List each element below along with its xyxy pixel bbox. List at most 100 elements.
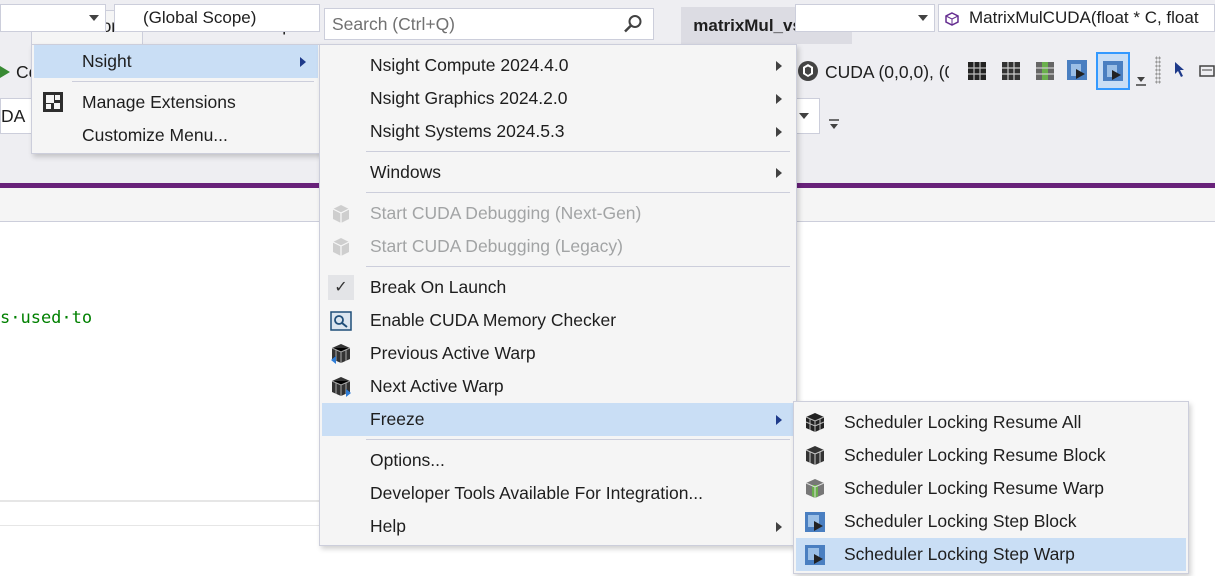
resume-block-toolbar-icon[interactable] (1000, 60, 1022, 82)
extensions-icon (43, 92, 63, 112)
step-block-toolbar-icon[interactable] (1066, 59, 1088, 81)
search-icon (624, 15, 642, 33)
menu-item-step-warp[interactable]: Scheduler Locking Step Warp (796, 538, 1186, 571)
method-cube-icon (945, 12, 959, 26)
menu-item-nsight-systems[interactable]: Nsight Systems 2024.5.3 (322, 115, 794, 148)
project-scope-combo[interactable] (0, 4, 106, 32)
submenu-arrow-icon (776, 94, 782, 104)
menu-separator (366, 266, 790, 267)
menu-item-label: Help (370, 516, 406, 536)
menu-item-freeze[interactable]: Freeze (322, 403, 794, 436)
menu-item-windows[interactable]: Windows (322, 156, 794, 189)
menu-item-label: Start CUDA Debugging (Next-Gen) (370, 203, 642, 223)
submenu-arrow-icon (776, 522, 782, 532)
resume-block-icon (805, 446, 825, 465)
menu-item-label: Scheduler Locking Resume Warp (844, 478, 1105, 498)
menu-item-label: Developer Tools Available For Integratio… (370, 483, 704, 503)
resume-warp-icon (805, 479, 825, 498)
menu-item-start-cuda-next-gen[interactable]: Start CUDA Debugging (Next-Gen) (322, 197, 794, 230)
cuda-cube-icon (332, 238, 350, 256)
menu-item-manage-extensions[interactable]: Manage Extensions (34, 86, 318, 119)
menu-item-nsight[interactable]: Nsight (34, 45, 318, 78)
menu-item-label: Nsight (82, 51, 132, 71)
toolbar-dropdown-icon[interactable] (1136, 75, 1146, 87)
extensions-dropdown: Nsight Manage Extensions Customize Menu.… (31, 44, 321, 154)
menu-item-next-warp[interactable]: Next Active Warp (322, 370, 794, 403)
menu-item-label: Scheduler Locking Resume All (844, 412, 1082, 432)
menu-item-help[interactable]: Help (322, 510, 794, 543)
menu-separator (366, 151, 790, 152)
menu-item-label: Freeze (370, 409, 425, 429)
chevron-down-icon (799, 113, 809, 119)
function-signature: MatrixMulCUDA(float * C, float (969, 8, 1199, 27)
checkmark-icon: ✓ (328, 275, 354, 300)
menu-item-memory-checker[interactable]: Enable CUDA Memory Checker (322, 304, 794, 337)
menu-item-label: Break On Launch (370, 277, 507, 297)
solution-config-combo[interactable]: DA (0, 98, 34, 134)
menu-item-label: Nsight Graphics 2024.2.0 (370, 88, 568, 108)
search-input[interactable]: Search (Ctrl+Q) (324, 8, 654, 40)
menu-item-label: Scheduler Locking Resume Block (844, 445, 1106, 465)
list-outline-icon[interactable] (1196, 60, 1215, 82)
menu-item-nsight-compute[interactable]: Nsight Compute 2024.4.0 (322, 49, 794, 82)
menu-item-label: Scheduler Locking Step Warp (844, 544, 1075, 564)
menu-item-step-block[interactable]: Scheduler Locking Step Block (796, 505, 1186, 538)
memory-checker-icon (330, 311, 352, 331)
step-warp-toolbar-button[interactable] (1096, 52, 1130, 90)
cuda-target-icon (798, 61, 818, 81)
menu-item-label: Windows (370, 162, 441, 182)
menu-item-customize-menu[interactable]: Customize Menu... (34, 119, 318, 152)
menu-separator (72, 81, 314, 82)
menu-item-previous-warp[interactable]: Previous Active Warp (322, 337, 794, 370)
previous-warp-icon (331, 344, 351, 364)
toolbar-grip[interactable] (1155, 56, 1161, 84)
resume-all-toolbar-icon[interactable] (966, 60, 988, 82)
cuda-focus-label[interactable]: CUDA (0,0,0), (0 (825, 62, 949, 83)
next-warp-icon (331, 377, 351, 397)
search-placeholder: Search (Ctrl+Q) (332, 14, 456, 34)
solution-config-value: DA (1, 106, 26, 126)
menu-item-options[interactable]: Options... (322, 444, 794, 477)
menu-separator (366, 192, 790, 193)
menu-item-label: Options... (370, 450, 445, 470)
menu-item-label: Start CUDA Debugging (Legacy) (370, 236, 623, 256)
submenu-arrow-icon (776, 61, 782, 71)
global-scope-combo[interactable]: (Global Scope) (114, 4, 320, 32)
function-combo[interactable]: MatrixMulCUDA(float * C, float (938, 4, 1215, 32)
menu-separator (366, 439, 790, 440)
menu-item-resume-block[interactable]: Scheduler Locking Resume Block (796, 439, 1186, 472)
step-block-icon (805, 512, 825, 532)
menu-item-label: Customize Menu... (82, 125, 228, 145)
resume-warp-toolbar-icon[interactable] (1034, 60, 1056, 82)
submenu-arrow-icon (776, 168, 782, 178)
menu-item-label: Scheduler Locking Step Block (844, 511, 1077, 531)
menu-item-start-cuda-legacy[interactable]: Start CUDA Debugging (Legacy) (322, 230, 794, 263)
nsight-submenu: Nsight Compute 2024.4.0 Nsight Graphics … (319, 44, 797, 546)
menu-item-developer-tools[interactable]: Developer Tools Available For Integratio… (322, 477, 794, 510)
menu-item-label: Nsight Compute 2024.4.0 (370, 55, 569, 75)
chevron-down-icon (918, 15, 928, 21)
step-warp-toolbar-icon (1103, 61, 1123, 81)
submenu-arrow-icon (776, 415, 782, 425)
menu-item-label: Manage Extensions (82, 92, 236, 112)
menu-item-label: Next Active Warp (370, 376, 504, 396)
menu-item-nsight-graphics[interactable]: Nsight Graphics 2024.2.0 (322, 82, 794, 115)
resume-all-icon (805, 413, 825, 432)
menu-item-label: Nsight Systems 2024.5.3 (370, 121, 565, 141)
pointer-select-icon[interactable] (1172, 60, 1194, 82)
submenu-arrow-icon (300, 57, 306, 67)
menu-item-label: Previous Active Warp (370, 343, 536, 363)
toolbar-overflow-icon[interactable] (829, 118, 839, 130)
submenu-arrow-icon (776, 127, 782, 137)
chevron-down-icon (89, 15, 99, 21)
member-combo[interactable] (795, 4, 935, 32)
cuda-cube-icon (332, 205, 350, 223)
menu-item-resume-warp[interactable]: Scheduler Locking Resume Warp (796, 472, 1186, 505)
freeze-submenu: Scheduler Locking Resume All Scheduler L… (793, 401, 1189, 574)
menu-item-label: Enable CUDA Memory Checker (370, 310, 617, 330)
step-warp-icon (805, 545, 825, 565)
start-arrow-icon[interactable] (0, 66, 10, 78)
menu-item-break-on-launch[interactable]: ✓ Break On Launch (322, 271, 794, 304)
code-comment-fragment: s·used·to (0, 308, 93, 328)
menu-item-resume-all[interactable]: Scheduler Locking Resume All (796, 406, 1186, 439)
